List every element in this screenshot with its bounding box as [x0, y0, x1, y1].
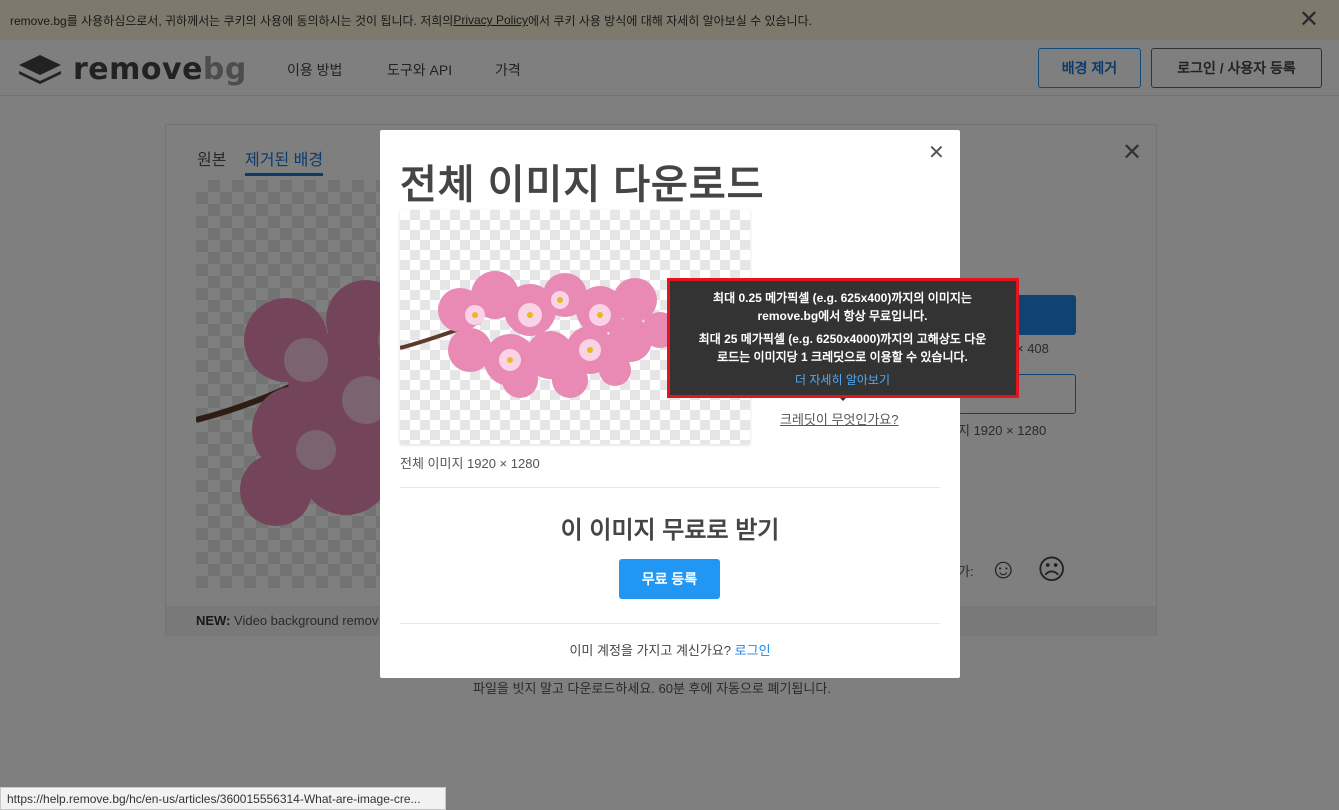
modal-title: 전체 이미지 다운로드	[400, 163, 765, 207]
learn-more-link[interactable]: 더 자세히 알아보기	[668, 371, 1017, 388]
tooltip-line: 최대 0.25 메가픽셀 (e.g. 625x400)까지의 이미지는	[713, 291, 972, 305]
modal-close-icon[interactable]: ✕	[928, 140, 945, 165]
login-link[interactable]: 로그인	[735, 643, 771, 658]
full-image-caption: 전체 이미지 1920 × 1280	[400, 456, 540, 471]
divider	[400, 487, 940, 488]
browser-status-bar: https://help.remove.bg/hc/en-us/articles…	[0, 787, 446, 810]
divider	[400, 623, 940, 624]
what-are-credits-link[interactable]: 크레딧이 무엇인가요?	[780, 409, 898, 428]
tooltip-line: 최대 25 메가픽셀 (e.g. 6250x4000)까지의 고해상도 다운	[698, 332, 987, 346]
tooltip-line: 로드는 이미지당 1 크레딧으로 이용할 수 있습니다.	[717, 350, 968, 364]
tooltip-arrow	[837, 395, 849, 401]
tooltip-line: remove.bg에서 항상 무료입니다.	[757, 309, 928, 323]
existing-account-text: 이미 계정을 가지고 계신가요? 로그인	[380, 640, 960, 659]
credits-tooltip: 최대 0.25 메가픽셀 (e.g. 625x400)까지의 이미지는 remo…	[668, 280, 1017, 395]
free-signup-button[interactable]: 무료 등록	[619, 559, 720, 599]
free-image-title: 이 이미지 무료로 받기	[560, 517, 780, 544]
download-modal: ✕ 전체 이미지 다운로드 전체 이미지 1920 × 1280 크레딧이 무엇…	[380, 130, 960, 678]
account-question: 이미 계정을 가지고 계신가요?	[569, 643, 735, 658]
